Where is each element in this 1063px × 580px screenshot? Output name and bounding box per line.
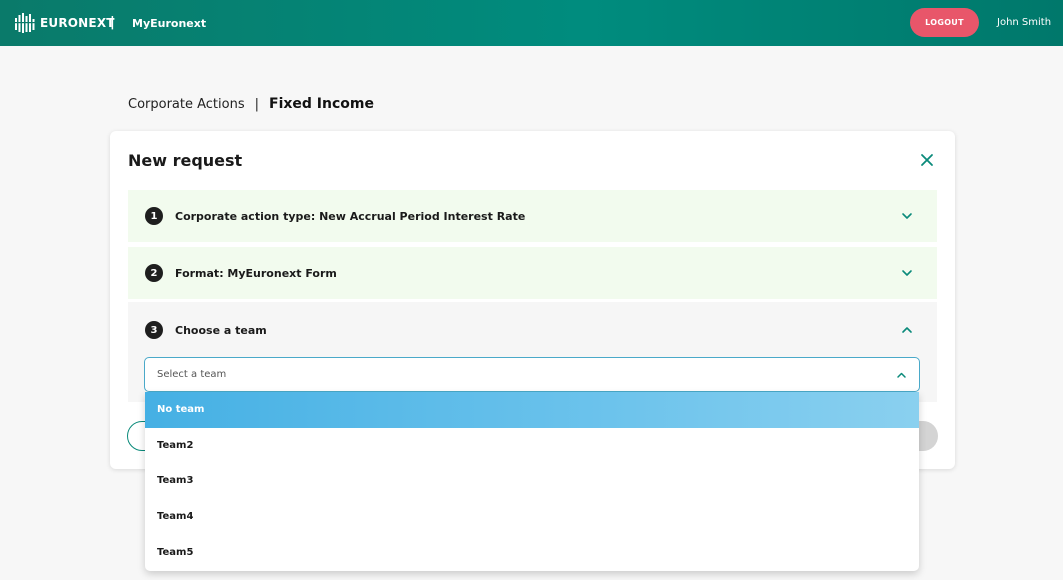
step-label: Format: MyEuronext Form — [175, 266, 337, 280]
team-option-team2[interactable]: Team2 — [145, 428, 919, 464]
card-title: New request — [128, 151, 243, 170]
team-option-team4[interactable]: Team4 — [145, 499, 919, 535]
step-corporate-action-type[interactable]: 1 Corporate action type: New Accrual Per… — [128, 190, 937, 242]
chevron-up-icon[interactable] — [896, 370, 907, 381]
euronext-logo-icon — [14, 13, 36, 33]
header-separator: | — [110, 15, 115, 30]
app-name[interactable]: MyEuronext — [132, 17, 206, 30]
chevron-down-icon[interactable] — [901, 267, 913, 279]
team-select-placeholder: Select a team — [157, 369, 227, 380]
top-bar: EURONEXT | MyEuronext LOGOUT John Smith — [0, 0, 1063, 46]
chevron-up-icon[interactable] — [901, 324, 913, 336]
team-option-team5[interactable]: Team5 — [145, 534, 919, 570]
step-label: Choose a team — [175, 323, 267, 337]
breadcrumb-parent[interactable]: Corporate Actions — [128, 97, 245, 112]
step-label: Corporate action type: New Accrual Perio… — [175, 209, 526, 223]
step-number: 1 — [145, 207, 163, 225]
step-format[interactable]: 2 Format: MyEuronext Form — [128, 247, 937, 299]
team-option-no-team[interactable]: No team — [145, 392, 919, 428]
team-dropdown-list: No team Team2 Team3 Team4 Team5 — [145, 392, 919, 571]
step-number: 3 — [145, 321, 163, 339]
team-option-team3[interactable]: Team3 — [145, 463, 919, 499]
breadcrumb-current: Fixed Income — [269, 96, 374, 112]
breadcrumb-separator: | — [254, 96, 259, 112]
euronext-logo[interactable]: EURONEXT — [14, 12, 115, 34]
step-number: 2 — [145, 264, 163, 282]
brand-name: EURONEXT — [40, 16, 115, 30]
breadcrumb: Corporate Actions | Fixed Income — [128, 96, 374, 112]
logout-button[interactable]: LOGOUT — [910, 8, 979, 37]
close-icon[interactable] — [920, 153, 934, 167]
chevron-down-icon[interactable] — [901, 210, 913, 222]
user-name[interactable]: John Smith — [997, 17, 1051, 28]
step-choose-team[interactable]: 3 Choose a team — [128, 304, 937, 356]
team-select[interactable]: Select a team — [144, 357, 920, 392]
